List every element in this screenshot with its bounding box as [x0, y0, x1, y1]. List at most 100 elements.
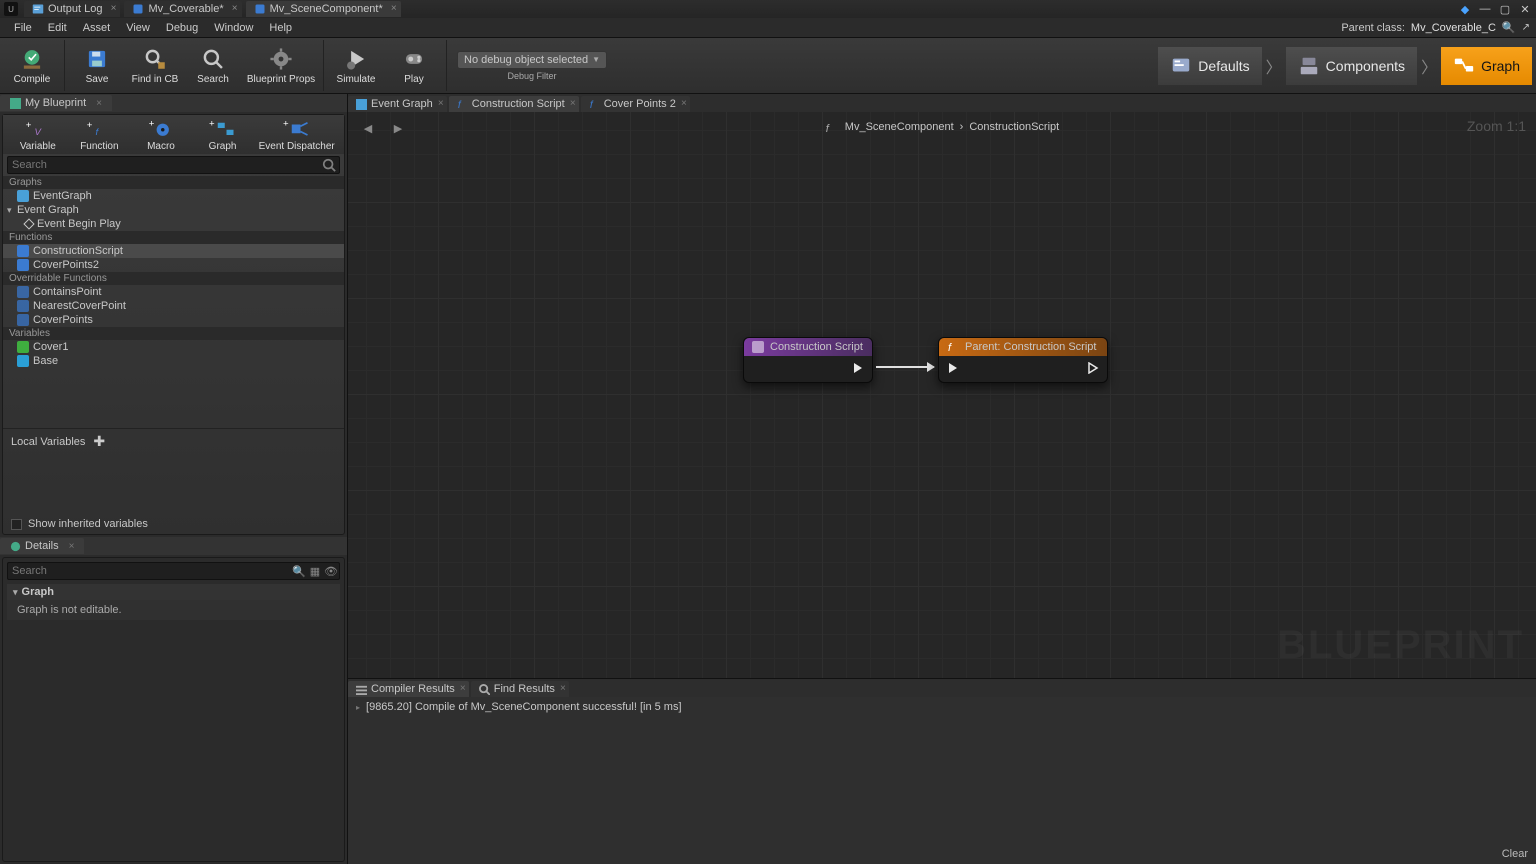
- tree-item-begin-play[interactable]: Event Begin Play: [3, 217, 344, 231]
- close-icon[interactable]: ×: [96, 98, 102, 109]
- show-inherited-row[interactable]: Show inherited variables: [3, 514, 344, 534]
- add-local-variable-button[interactable]: ✚: [93, 433, 105, 450]
- close-icon[interactable]: ×: [111, 3, 117, 14]
- checkbox[interactable]: [11, 519, 22, 530]
- details-tab-bar: Details ×: [0, 537, 347, 555]
- clear-button[interactable]: Clear: [1502, 848, 1528, 860]
- tree-label: Event Begin Play: [37, 218, 121, 230]
- exec-out-pin[interactable]: [852, 362, 864, 374]
- close-window-icon[interactable]: ✕: [1518, 3, 1532, 16]
- close-icon[interactable]: ×: [460, 683, 466, 694]
- tree-item-construction[interactable]: ConstructionScript: [3, 244, 344, 258]
- zoom-label: Zoom 1:1: [1467, 118, 1526, 134]
- browse-class-icon[interactable]: ↗: [1522, 22, 1530, 33]
- add-graph-button[interactable]: + Graph: [192, 117, 254, 152]
- close-icon[interactable]: ×: [232, 3, 238, 14]
- doc-tab-output-log[interactable]: Output Log ×: [24, 1, 120, 17]
- find-in-cb-button[interactable]: Find in CB: [127, 40, 183, 91]
- search-input[interactable]: [8, 157, 319, 173]
- tree-label: Cover1: [33, 341, 68, 353]
- add-new-bar: +V Variable +f Function + Macro + Graph …: [3, 115, 344, 154]
- maximize-icon[interactable]: ▢: [1498, 3, 1512, 16]
- tab-compiler-results[interactable]: Compiler Results ×: [348, 681, 469, 697]
- tab-find-results[interactable]: Find Results ×: [471, 681, 569, 697]
- tree-item-eventgraph[interactable]: EventGraph: [3, 189, 344, 203]
- search-input[interactable]: [8, 563, 291, 579]
- menu-help[interactable]: Help: [261, 20, 300, 36]
- tree-label: CoverPoints2: [33, 259, 99, 271]
- my-blueprint-tab[interactable]: My Blueprint ×: [0, 95, 112, 111]
- close-icon[interactable]: ×: [438, 98, 444, 109]
- close-icon[interactable]: ×: [560, 683, 566, 694]
- menu-window[interactable]: Window: [206, 20, 261, 36]
- search-icon: [322, 158, 336, 172]
- tree-item-nearest[interactable]: NearestCoverPoint: [3, 299, 344, 313]
- add-variable-button[interactable]: +V Variable: [7, 117, 69, 152]
- search-button[interactable]: Search: [185, 40, 241, 91]
- details-search[interactable]: 🔍 ▦ 👁: [7, 562, 340, 580]
- tab-label: Compiler Results: [371, 683, 455, 695]
- tree-item-cover2[interactable]: CoverPoints2: [3, 258, 344, 272]
- menu-file[interactable]: File: [6, 20, 40, 36]
- expand-icon[interactable]: ▾: [13, 587, 18, 598]
- tree-label: Event Graph: [17, 204, 79, 216]
- close-icon[interactable]: ×: [570, 98, 576, 109]
- details-tab[interactable]: Details ×: [0, 538, 84, 554]
- simulate-button[interactable]: Simulate: [328, 40, 384, 91]
- expand-icon[interactable]: ▾: [7, 205, 15, 216]
- tab-label: Cover Points 2: [604, 98, 676, 110]
- doc-tab-scenecomponent[interactable]: Mv_SceneComponent* ×: [246, 1, 401, 17]
- mode-graph[interactable]: Graph: [1441, 47, 1532, 85]
- close-icon[interactable]: ×: [391, 3, 397, 14]
- graph-tab-cover2[interactable]: f Cover Points 2 ×: [581, 96, 690, 112]
- mode-components[interactable]: Components: [1286, 47, 1417, 85]
- chevron-right-icon: ›: [960, 121, 964, 133]
- add-dispatcher-button[interactable]: + Event Dispatcher: [253, 117, 340, 152]
- menu-view[interactable]: View: [118, 20, 158, 36]
- exec-out-pin[interactable]: [1087, 362, 1099, 374]
- close-icon[interactable]: ×: [681, 98, 687, 109]
- compile-label: Compile: [14, 74, 51, 85]
- breadcrumb-root[interactable]: Mv_SceneComponent: [845, 121, 954, 133]
- save-label: Save: [86, 74, 109, 85]
- details-category-graph[interactable]: ▾ Graph: [7, 584, 340, 600]
- parent-class-link[interactable]: Mv_Coverable_C: [1411, 22, 1496, 34]
- node-parent-construction[interactable]: f Parent: Construction Script: [938, 337, 1108, 383]
- add-variable-label: Variable: [20, 141, 56, 152]
- eye-icon[interactable]: 👁: [323, 563, 339, 579]
- tree-item-cover1[interactable]: Cover1: [3, 340, 344, 354]
- menu-edit[interactable]: Edit: [40, 20, 75, 36]
- nav-forward-button[interactable]: ▶: [388, 118, 408, 138]
- close-icon[interactable]: ×: [69, 541, 75, 552]
- menu-debug[interactable]: Debug: [158, 20, 206, 36]
- debug-object-select[interactable]: No debug object selected ▼: [457, 51, 607, 69]
- mode-defaults[interactable]: Defaults: [1158, 47, 1261, 85]
- tree-item-base[interactable]: Base: [3, 354, 344, 368]
- add-function-button[interactable]: +f Function: [69, 117, 131, 152]
- grid-icon[interactable]: ▦: [307, 563, 323, 579]
- exec-in-pin[interactable]: [947, 362, 959, 374]
- add-function-label: Function: [80, 141, 118, 152]
- nav-back-button[interactable]: ◀: [358, 118, 378, 138]
- minimize-icon[interactable]: —: [1478, 3, 1492, 16]
- compile-button[interactable]: Compile: [4, 40, 60, 91]
- blueprint-props-button[interactable]: Blueprint Props: [243, 40, 319, 91]
- tree-item-coverpoints[interactable]: CoverPoints: [3, 313, 344, 327]
- doc-tab-coverable[interactable]: Mv_Coverable* ×: [124, 1, 241, 17]
- tree-item-eventgraph-cat[interactable]: ▾Event Graph: [3, 203, 344, 217]
- search-class-icon[interactable]: 🔍: [1502, 21, 1516, 34]
- graph-canvas[interactable]: ◀ ▶ f Mv_SceneComponent › ConstructionSc…: [348, 112, 1536, 678]
- my-blueprint-search[interactable]: [7, 156, 340, 174]
- add-macro-button[interactable]: + Macro: [130, 117, 192, 152]
- play-button[interactable]: Play: [386, 40, 442, 91]
- notification-icon[interactable]: ◆: [1458, 3, 1472, 16]
- graph-tab-event[interactable]: Event Graph ×: [348, 96, 447, 112]
- graph-tab-construction[interactable]: f Construction Script ×: [449, 96, 579, 112]
- tree-item-contains[interactable]: ContainsPoint: [3, 285, 344, 299]
- menu-asset[interactable]: Asset: [75, 20, 119, 36]
- node-construction-script[interactable]: Construction Script: [743, 337, 873, 383]
- function-icon: f: [825, 120, 839, 134]
- svg-text:+: +: [209, 118, 215, 129]
- compiler-message[interactable]: ▸ [9865.20] Compile of Mv_SceneComponent…: [356, 701, 1528, 713]
- save-button[interactable]: Save: [69, 40, 125, 91]
